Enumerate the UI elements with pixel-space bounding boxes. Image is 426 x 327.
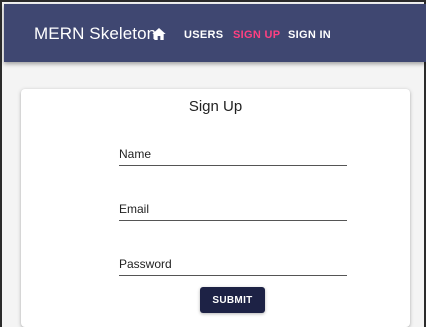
submit-button[interactable]: SUBMIT <box>200 287 265 313</box>
app-title: MERN Skeleton <box>34 24 157 43</box>
email-input[interactable] <box>119 200 347 220</box>
signup-card: Sign Up Name Email Password SUBMIT <box>21 89 410 327</box>
card-title: Sign Up <box>188 98 243 115</box>
app-bar: MERN Skeleton USERS SIGN UP SIGN IN <box>4 4 426 62</box>
browser-frame: MERN Skeleton USERS SIGN UP SIGN IN Sign… <box>0 0 426 327</box>
name-field[interactable]: Name <box>119 143 347 166</box>
nav-signin-link[interactable]: SIGN IN <box>288 29 331 41</box>
password-field[interactable]: Password <box>119 253 347 276</box>
password-input[interactable] <box>119 255 347 275</box>
home-button[interactable] <box>151 26 167 42</box>
nav-signup-link[interactable]: SIGN UP <box>233 29 280 41</box>
email-field[interactable]: Email <box>119 198 347 221</box>
name-input[interactable] <box>119 145 347 165</box>
home-icon <box>152 28 166 40</box>
nav-users-link[interactable]: USERS <box>184 29 223 41</box>
